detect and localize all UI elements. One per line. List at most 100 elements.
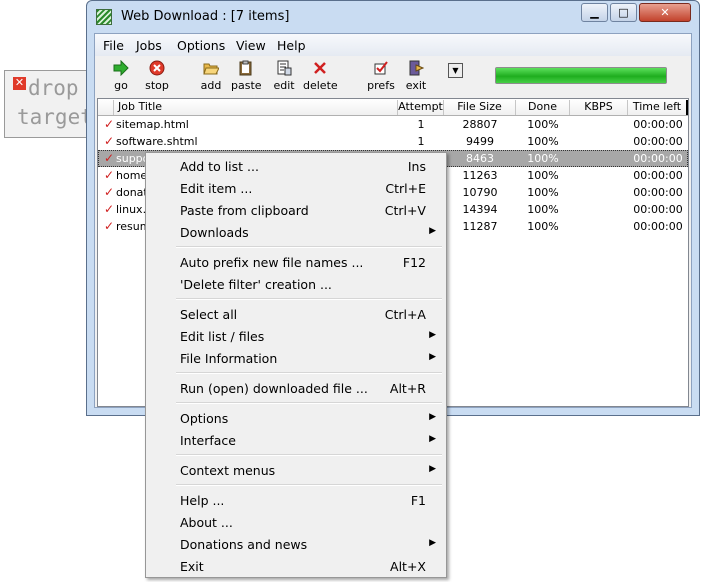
table-row[interactable]: ✓ sitemap.html 1 28807 100% 00:00:00 — [98, 116, 688, 133]
menu-separator — [176, 484, 442, 486]
submenu-arrow-icon: ▶ — [429, 412, 436, 422]
drop-target[interactable]: ✕ drop target — [4, 70, 93, 138]
context-menu-item[interactable]: Select all Ctrl+A — [146, 303, 446, 325]
delete-x-icon — [314, 62, 326, 74]
cell-done: 100% — [527, 135, 559, 148]
cell-done: 100% — [527, 169, 559, 182]
app-icon[interactable] — [96, 9, 112, 25]
menu-item-label: Options — [180, 411, 229, 426]
menu-jobs[interactable]: Jobs — [136, 38, 162, 53]
context-menu-item[interactable]: Paste from clipboard Ctrl+V — [146, 199, 446, 221]
menu-item-label: Paste from clipboard — [180, 203, 309, 218]
exit-button[interactable]: exit — [403, 60, 429, 92]
menu-separator — [176, 454, 442, 456]
paste-label: paste — [231, 79, 262, 92]
cell-attempt: 1 — [417, 135, 425, 148]
menu-item-shortcut: F1 — [410, 493, 426, 508]
context-menu-item[interactable]: Donations and news ▶ — [146, 533, 446, 555]
header-time-left[interactable]: Time left — [628, 100, 688, 115]
menu-view[interactable]: View — [236, 38, 266, 53]
checkmark-icon[interactable]: ✓ — [104, 202, 114, 216]
menu-item-label: Interface — [180, 433, 236, 448]
context-menu-item[interactable]: Exit Alt+X — [146, 555, 446, 577]
checkmark-icon[interactable]: ✓ — [104, 185, 114, 199]
context-menu-item[interactable]: File Information ▶ — [146, 347, 446, 369]
header-kbps[interactable]: KBPS — [570, 100, 628, 115]
document-edit-icon — [277, 60, 292, 76]
title-bar[interactable]: Web Download : [7 items] ▁ □ ✕ — [87, 1, 699, 33]
go-button[interactable]: go — [109, 60, 133, 92]
menu-separator — [176, 298, 442, 300]
checkmark-icon[interactable]: ✓ — [104, 151, 114, 165]
cell-size: 10790 — [462, 186, 498, 199]
header-job-title[interactable]: Job Title — [114, 100, 398, 115]
cell-size: 11263 — [462, 169, 498, 182]
list-header: Job Title Attempt File Size Done KBPS Ti… — [98, 99, 688, 116]
context-menu-item[interactable]: Edit item ... Ctrl+E — [146, 177, 446, 199]
submenu-arrow-icon: ▶ — [429, 434, 436, 444]
stop-icon — [149, 60, 165, 76]
context-menu-item[interactable]: Run (open) downloaded file ... Alt+R — [146, 377, 446, 399]
submenu-arrow-icon: ▶ — [429, 464, 436, 474]
edit-label: edit — [273, 79, 295, 92]
menu-item-shortcut: Ctrl+A — [384, 307, 426, 322]
edit-button[interactable]: edit — [273, 60, 295, 92]
close-button[interactable]: ✕ — [639, 3, 691, 22]
close-icon[interactable]: ✕ — [13, 77, 26, 90]
minimize-button[interactable]: ▁ — [581, 3, 608, 22]
checkmark-icon[interactable]: ✓ — [104, 219, 114, 233]
header-done[interactable]: Done — [516, 100, 570, 115]
folder-open-icon — [203, 63, 219, 75]
checkmark-icon[interactable]: ✓ — [104, 134, 114, 148]
menu-separator — [176, 402, 442, 404]
context-menu-item[interactable]: 'Delete filter' creation ... — [146, 273, 446, 295]
menu-separator — [176, 246, 442, 248]
menu-help[interactable]: Help — [277, 38, 306, 53]
cell-time: 00:00:00 — [633, 118, 683, 131]
menu-item-label: Downloads — [180, 225, 249, 240]
header-file-size[interactable]: File Size — [444, 100, 516, 115]
toolbar-dropdown-button[interactable]: ▼ — [448, 63, 463, 78]
context-menu-item[interactable]: Interface ▶ — [146, 429, 446, 451]
stop-button[interactable]: stop — [143, 60, 171, 92]
cell-title: sitemap.html — [116, 118, 189, 131]
context-menu: Add to list ... Ins Edit item ... Ctrl+E Pas… — [145, 152, 447, 578]
exit-label: exit — [405, 79, 427, 92]
table-row[interactable]: ✓ software.shtml 1 9499 100% 00:00:00 — [98, 133, 688, 150]
cell-attempt: 1 — [417, 118, 425, 131]
checkmark-icon[interactable]: ✓ — [104, 117, 114, 131]
menu-item-label: About ... — [180, 515, 233, 530]
context-menu-item[interactable]: About ... — [146, 511, 446, 533]
submenu-arrow-icon: ▶ — [429, 330, 436, 340]
toolbar: go stop add paste edit delete prefs exit… — [95, 57, 691, 97]
context-menu-item[interactable]: Context menus ▶ — [146, 459, 446, 481]
cell-time: 00:00:00 — [633, 220, 683, 233]
clipboard-icon — [239, 60, 252, 76]
cell-size: 11287 — [462, 220, 498, 233]
header-check-column[interactable] — [98, 100, 114, 115]
context-menu-item[interactable]: Auto prefix new file names ... F12 — [146, 251, 446, 273]
cell-done: 100% — [527, 203, 559, 216]
checkmark-icon[interactable]: ✓ — [104, 168, 114, 182]
prefs-button[interactable]: prefs — [367, 60, 395, 92]
menu-options[interactable]: Options — [177, 38, 225, 53]
context-menu-item[interactable]: Downloads ▶ — [146, 221, 446, 243]
context-menu-item[interactable]: Help ... F1 — [146, 489, 446, 511]
cell-done: 100% — [527, 118, 559, 131]
maximize-button[interactable]: □ — [610, 3, 637, 22]
delete-button[interactable]: delete — [303, 60, 338, 92]
cell-time: 00:00:00 — [633, 203, 683, 216]
menu-item-label: File Information — [180, 351, 278, 366]
cell-title: software.shtml — [116, 135, 198, 148]
menu-item-shortcut: Alt+R — [389, 381, 426, 396]
header-attempt[interactable]: Attempt — [398, 100, 444, 115]
context-menu-item[interactable]: Add to list ... Ins — [146, 155, 446, 177]
cell-size: 28807 — [462, 118, 498, 131]
add-button[interactable]: add — [199, 60, 223, 92]
context-menu-item[interactable]: Edit list / files ▶ — [146, 325, 446, 347]
menu-file[interactable]: File — [103, 38, 124, 53]
context-menu-item[interactable]: Options ▶ — [146, 407, 446, 429]
submenu-arrow-icon: ▶ — [429, 352, 436, 362]
menu-item-shortcut: Alt+X — [390, 559, 426, 574]
paste-button[interactable]: paste — [231, 60, 262, 92]
